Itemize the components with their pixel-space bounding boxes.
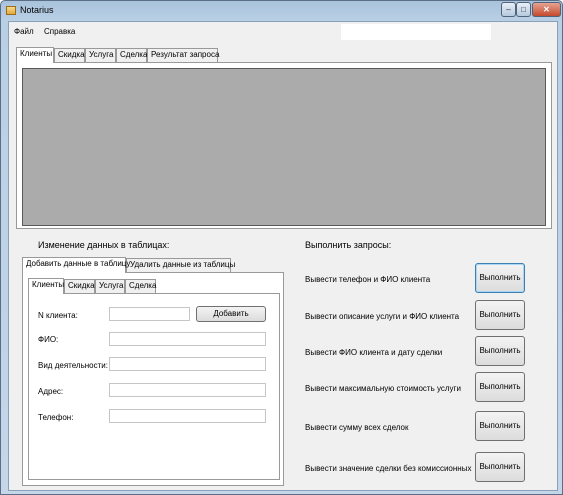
minimize-button[interactable]: – xyxy=(501,2,516,17)
main-tab-panel xyxy=(16,62,552,229)
client-no-label: N клиента: xyxy=(38,311,78,320)
query-label-4: Вывести максимальную стоимость услуги xyxy=(305,384,461,393)
tab-delete-data[interactable]: Удалить данные из таблицы xyxy=(126,258,235,272)
title-bar[interactable]: Notarius – □ ✕ xyxy=(1,1,562,21)
query-label-2: Вывести описание услуги и ФИО клиента xyxy=(305,312,460,321)
tab-query-result[interactable]: Результат запроса xyxy=(147,48,219,62)
client-area: Файл Справка Клиенты Скидка Услуга Сделк… xyxy=(8,21,558,491)
phone-label: Телефон: xyxy=(38,413,74,422)
tab-add-data[interactable]: Добавить данные в таблицу xyxy=(22,257,130,273)
client-no-field[interactable] xyxy=(109,307,190,321)
execute-button-6[interactable]: Выполнить xyxy=(475,452,525,482)
window-title: Notarius xyxy=(20,5,54,15)
menu-file[interactable]: Файл xyxy=(14,27,34,36)
tab-service[interactable]: Услуга xyxy=(85,48,116,62)
main-tabstrip: Клиенты Скидка Услуга Сделка Результат з… xyxy=(16,47,316,63)
close-button[interactable]: ✕ xyxy=(532,2,561,17)
execute-button-1[interactable]: Выполнить xyxy=(475,263,525,293)
add-button[interactable]: Добавить xyxy=(196,306,266,322)
menu-help[interactable]: Справка xyxy=(44,27,75,36)
tab-table-discount[interactable]: Скидка xyxy=(64,279,95,293)
menu-bar: Файл Справка xyxy=(9,22,557,42)
execute-button-5[interactable]: Выполнить xyxy=(475,411,525,441)
app-icon xyxy=(6,6,16,15)
tab-deal[interactable]: Сделка xyxy=(116,48,147,62)
edit-section-title: Изменение данных в таблицах: xyxy=(38,240,170,250)
execute-button-3[interactable]: Выполнить xyxy=(475,336,525,366)
query-label-3: Вывести ФИО клиента и дату сделки xyxy=(305,348,443,357)
query-label-1: Вывести телефон и ФИО клиента xyxy=(305,275,431,284)
query-label-5: Вывести сумму всех сделок xyxy=(305,423,409,432)
address-field[interactable] xyxy=(109,383,266,397)
fio-field[interactable] xyxy=(109,332,266,346)
execute-button-2[interactable]: Выполнить xyxy=(475,300,525,330)
tab-table-service[interactable]: Услуга xyxy=(95,279,125,293)
query-label-6: Вывести значение сделки без комиссионных xyxy=(305,464,472,473)
clients-form-panel: N клиента: Добавить ФИО: Вид деятельност… xyxy=(28,293,280,480)
address-label: Адрес: xyxy=(38,387,64,396)
tab-discount[interactable]: Скидка xyxy=(54,48,85,62)
app-window: Notarius – □ ✕ Файл Справка Клиенты Скид… xyxy=(0,0,563,495)
activity-label: Вид деятельности: xyxy=(38,361,108,370)
maximize-button[interactable]: □ xyxy=(516,2,531,17)
edit-tab-panel: Клиенты Скидка Услуга Сделка N клиента: … xyxy=(22,272,284,486)
table-tabstrip: Клиенты Скидка Услуга Сделка xyxy=(28,278,168,294)
execute-button-4[interactable]: Выполнить xyxy=(475,372,525,402)
menu-blank-field xyxy=(341,24,491,40)
queries-section-title: Выполнить запросы: xyxy=(305,240,392,250)
data-grid[interactable] xyxy=(22,68,546,226)
tab-table-deal[interactable]: Сделка xyxy=(125,279,156,293)
activity-field[interactable] xyxy=(109,357,266,371)
tab-clients[interactable]: Клиенты xyxy=(16,47,54,63)
fio-label: ФИО: xyxy=(38,335,59,344)
phone-field[interactable] xyxy=(109,409,266,423)
tab-table-clients[interactable]: Клиенты xyxy=(28,278,64,294)
edit-tabstrip: Добавить данные в таблицу Удалить данные… xyxy=(22,257,252,273)
